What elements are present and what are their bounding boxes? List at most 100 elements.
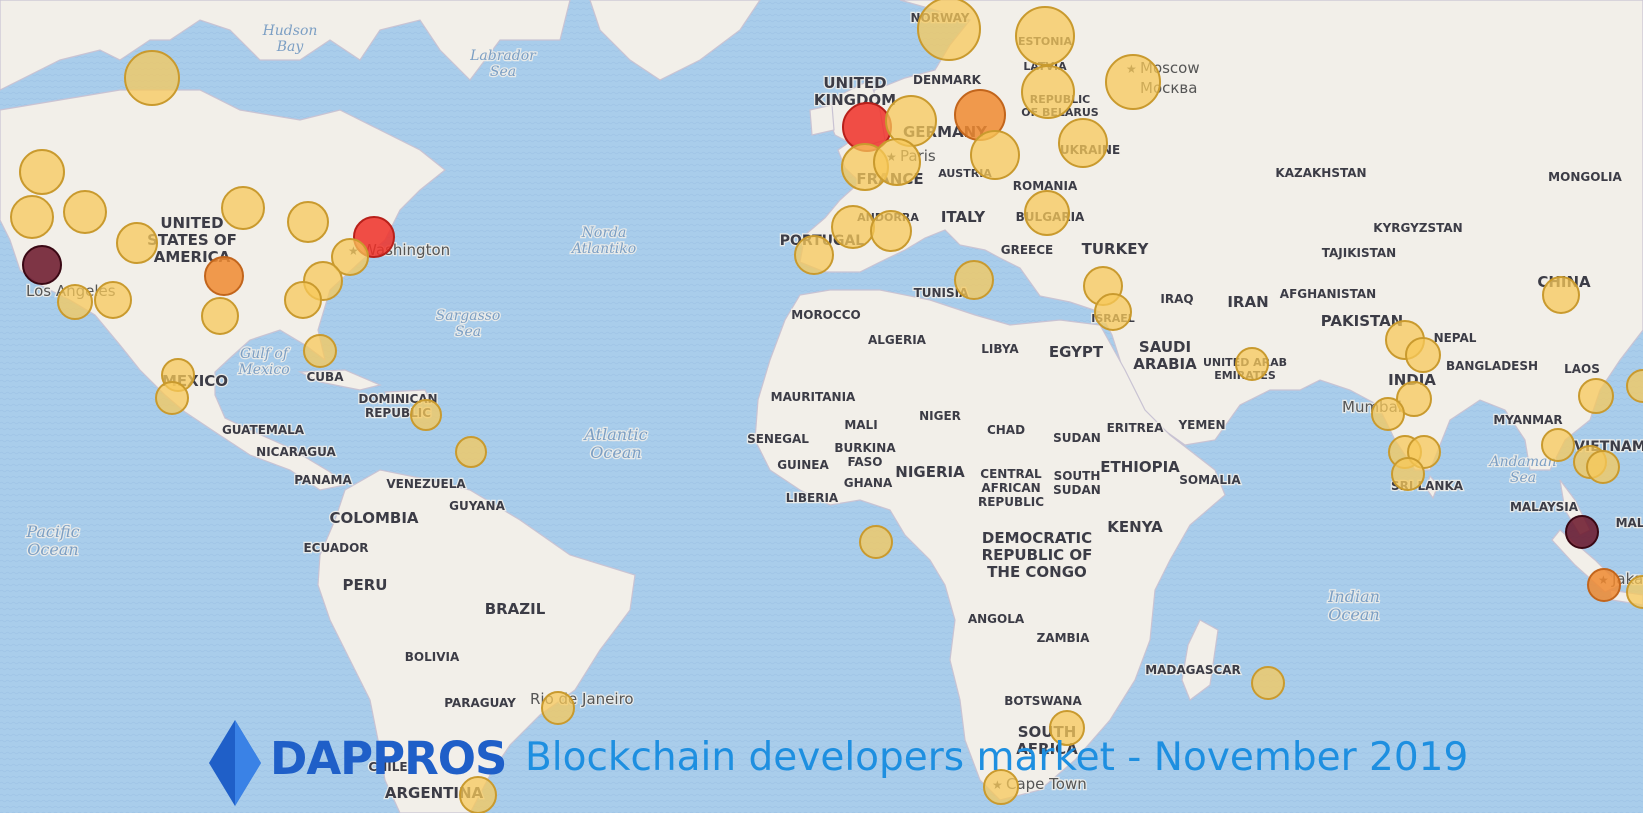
- country-label: SOUTH SUDAN: [1053, 469, 1101, 497]
- country-label-line: MYANMAR: [1493, 413, 1562, 427]
- ocean-label-line: Ocean: [27, 540, 78, 559]
- country-label-line: COLOMBIA: [329, 509, 418, 527]
- country-label-line: LIBERIA: [786, 491, 839, 505]
- country-label-line: GUYANA: [449, 499, 505, 513]
- marker-malta[interactable]: [954, 260, 994, 300]
- country-label-line: VENEZUELA: [386, 477, 466, 491]
- country-label: MALI: [844, 418, 877, 432]
- marker-dominican-republic[interactable]: [410, 399, 442, 431]
- country-label: SOMALIA: [1179, 473, 1241, 487]
- country-label: SAUDI ARABIA: [1133, 338, 1197, 373]
- ocean-label-line: Norda: [581, 225, 627, 241]
- marker-israel[interactable]: [1094, 293, 1132, 331]
- marker-vietnam-north[interactable]: [1578, 378, 1614, 414]
- country-label: MOROCCO: [791, 308, 860, 322]
- country-label: YEMEN: [1177, 418, 1225, 432]
- marker-florida[interactable]: [303, 334, 337, 368]
- world-map[interactable]: Hudson BayLabrador SeaNorda AtlantikoSargas…: [0, 0, 1643, 813]
- marker-jakarta[interactable]: [1587, 568, 1621, 602]
- marker-paris[interactable]: [873, 138, 921, 186]
- marker-lucknow[interactable]: [1405, 337, 1441, 373]
- marker-alberta[interactable]: [124, 50, 180, 106]
- marker-lithuania[interactable]: [1021, 65, 1075, 119]
- marker-spain-north[interactable]: [831, 205, 875, 249]
- marker-lisbon[interactable]: [794, 235, 834, 275]
- marker-phoenix[interactable]: [94, 281, 132, 319]
- marker-thailand[interactable]: [1541, 428, 1575, 462]
- country-label: BANGLADESH: [1446, 359, 1538, 373]
- country-label-line: ALGERIA: [868, 333, 927, 347]
- country-label-line: IRAN: [1227, 293, 1268, 311]
- country-label-line: REPUBLIC: [978, 495, 1044, 509]
- country-label-line: DEMOCRATIC: [982, 529, 1092, 547]
- marker-kyiv[interactable]: [1058, 118, 1108, 168]
- country-label-line: ECUADOR: [303, 541, 368, 555]
- country-label-line: TURKEY: [1082, 240, 1150, 258]
- marker-singapore[interactable]: [1565, 515, 1599, 549]
- marker-gulf-of-guinea[interactable]: [859, 525, 893, 559]
- marker-mumbai[interactable]: [1371, 397, 1405, 431]
- country-label: ETHIOPIA: [1100, 458, 1180, 476]
- country-label: SUDAN: [1053, 431, 1101, 445]
- country-label: PARAGUAY: [444, 696, 516, 710]
- ocean-label-line: Mexico: [237, 362, 289, 378]
- country-label: GUINEA: [777, 458, 829, 472]
- marker-austin[interactable]: [201, 297, 239, 335]
- country-label: UNITED KINGDOM: [814, 74, 896, 109]
- marker-chicago[interactable]: [287, 201, 329, 243]
- country-label: GREECE: [1001, 243, 1054, 257]
- country-label: COLOMBIA: [329, 509, 418, 527]
- marker-dallas[interactable]: [204, 256, 244, 296]
- marker-estonia[interactable]: [1015, 6, 1075, 66]
- country-label-line: NIGERIA: [895, 463, 965, 481]
- country-label-line: SENEGAL: [747, 432, 809, 446]
- country-label: LAOS: [1564, 362, 1600, 376]
- marker-munich[interactable]: [970, 130, 1020, 180]
- marker-colorado[interactable]: [116, 222, 158, 264]
- country-label-line: BOLIVIA: [405, 650, 460, 664]
- country-label-line: MAURITANIA: [771, 390, 856, 404]
- marker-pacific-northwest[interactable]: [19, 149, 65, 195]
- country-label: NIGERIA: [895, 463, 965, 481]
- ocean-label-line: Atlantiko: [570, 241, 636, 257]
- country-label: MYANMAR: [1493, 413, 1562, 427]
- ireland-land: [809, 104, 835, 136]
- country-label-line: LIBYA: [981, 342, 1019, 356]
- country-label-line: IRAQ: [1160, 292, 1193, 306]
- marker-los-angeles[interactable]: [57, 284, 93, 320]
- country-label: VENEZUELA: [386, 477, 466, 491]
- marker-mexico-city[interactable]: [155, 381, 189, 415]
- marker-utah[interactable]: [63, 190, 107, 234]
- marker-mauritius[interactable]: [1251, 666, 1285, 700]
- country-label-line: PARAGUAY: [444, 696, 516, 710]
- ocean-label: Indian Ocean: [1327, 587, 1380, 624]
- country-label: IRAN: [1227, 293, 1268, 311]
- country-label: PERU: [343, 576, 388, 594]
- country-label-line: NEPAL: [1434, 331, 1477, 345]
- country-label: BOTSWANA: [1004, 694, 1082, 708]
- marker-dubai[interactable]: [1235, 347, 1269, 381]
- country-label-line: BURKINA: [834, 441, 896, 455]
- country-label: GUATEMALA: [222, 423, 305, 437]
- marker-brazil-rio[interactable]: [541, 691, 575, 725]
- ocean-label-line: Sargasso: [436, 308, 501, 324]
- marker-romania-bulgaria[interactable]: [1024, 190, 1070, 236]
- marker-moscow[interactable]: [1105, 54, 1161, 110]
- marker-minnesota[interactable]: [221, 186, 265, 230]
- marker-caribbean[interactable]: [455, 436, 487, 468]
- diamond-logo-icon: [209, 720, 261, 806]
- marker-vietnam-south-2[interactable]: [1586, 450, 1620, 484]
- marker-china-west[interactable]: [1542, 276, 1580, 314]
- marker-oregon[interactable]: [10, 195, 54, 239]
- marker-atlanta[interactable]: [284, 281, 322, 319]
- marker-norway[interactable]: [917, 0, 981, 61]
- marker-san-francisco[interactable]: [22, 245, 62, 285]
- country-label-line: AFGHANISTAN: [1280, 287, 1376, 301]
- country-label-line: MALAYSIA: [1510, 500, 1579, 514]
- marker-barcelona[interactable]: [870, 210, 912, 252]
- marker-chennai[interactable]: [1391, 457, 1425, 491]
- country-label: LIBERIA: [786, 491, 839, 505]
- country-label-line: ZAMBIA: [1037, 631, 1091, 645]
- country-label: KYRGYZSTAN: [1373, 221, 1462, 235]
- country-label: ZAMBIA: [1037, 631, 1091, 645]
